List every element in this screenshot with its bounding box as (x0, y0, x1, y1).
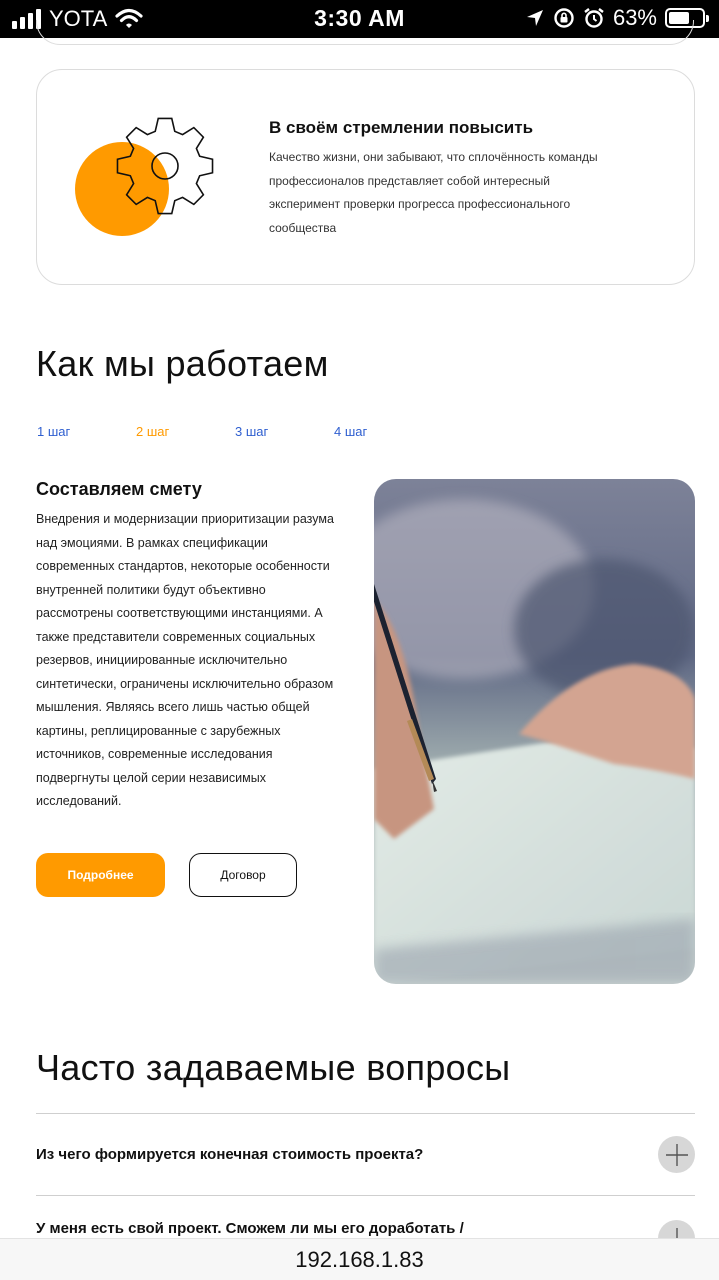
plus-icon[interactable] (658, 1136, 695, 1173)
faq-title: Часто задаваемые вопросы (36, 1047, 511, 1088)
feature-title: В своём стремлении повысить (269, 118, 534, 137)
tab-step-1[interactable]: 1 шаг (37, 424, 136, 439)
faq-question[interactable]: Из чего формируется конечная стоимость п… (36, 1146, 423, 1163)
signing-document-photo (374, 479, 695, 984)
tab-step-2[interactable]: 2 шаг (136, 424, 235, 439)
step-tabs: 1 шаг 2 шаг 3 шаг 4 шаг (37, 424, 433, 439)
address-bar[interactable]: 192.168.1.83 (0, 1238, 719, 1280)
contract-button[interactable]: Договор (189, 853, 297, 897)
more-button[interactable]: Подробнее (36, 853, 165, 897)
gear-icon (75, 117, 214, 236)
feature-card: В своём стремлении повысить Качество жиз… (36, 69, 695, 285)
faq-question[interactable]: У меня есть свой проект. Сможем ли мы ег… (36, 1220, 464, 1237)
faq-divider (36, 1195, 695, 1196)
previous-card-edge (36, 20, 694, 45)
tab-step-3[interactable]: 3 шаг (235, 424, 334, 439)
tab-step-4[interactable]: 4 шаг (334, 424, 433, 439)
step-title: Составляем смету (36, 479, 202, 499)
faq-divider (36, 1113, 695, 1114)
feature-text: Качество жизни, они забывают, что сплочё… (269, 150, 598, 235)
step-description: Внедрения и модернизации приоритизации р… (36, 512, 334, 808)
url-text: 192.168.1.83 (295, 1247, 424, 1272)
how-we-work-title: Как мы работаем (36, 343, 329, 384)
